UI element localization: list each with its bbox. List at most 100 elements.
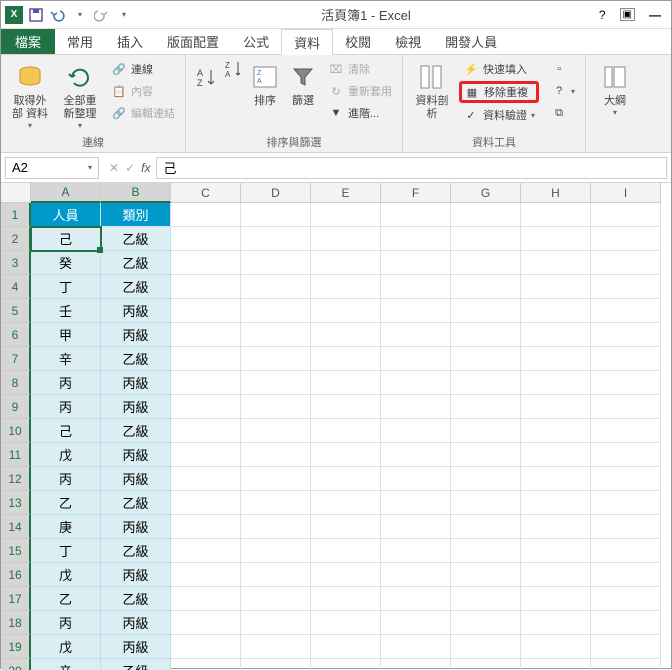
cell-I12[interactable] — [591, 467, 661, 491]
cell-H18[interactable] — [521, 611, 591, 635]
whatif-button[interactable]: ?▾ — [547, 81, 579, 101]
consolidate-button[interactable]: ▫ — [547, 59, 579, 79]
cell-A11[interactable]: 戊 — [31, 443, 101, 467]
col-header-B[interactable]: B — [101, 183, 171, 203]
col-header-A[interactable]: A — [31, 183, 101, 203]
row-header-9[interactable]: 9 — [1, 395, 31, 419]
sort-button[interactable]: ZA 排序 — [248, 59, 282, 110]
cell-A3[interactable]: 癸 — [31, 251, 101, 275]
cell-G13[interactable] — [451, 491, 521, 515]
cell-B14[interactable]: 丙級 — [101, 515, 171, 539]
cell-B2[interactable]: 乙級 — [101, 227, 171, 251]
cell-B7[interactable]: 乙級 — [101, 347, 171, 371]
qat-customize[interactable]: ▾ — [115, 6, 133, 24]
cell-I4[interactable] — [591, 275, 661, 299]
cell-F7[interactable] — [381, 347, 451, 371]
cell-E13[interactable] — [311, 491, 381, 515]
cell-E12[interactable] — [311, 467, 381, 491]
cell-G6[interactable] — [451, 323, 521, 347]
cell-C12[interactable] — [171, 467, 241, 491]
cell-B5[interactable]: 丙級 — [101, 299, 171, 323]
cell-C20[interactable] — [171, 659, 241, 670]
cell-B3[interactable]: 乙級 — [101, 251, 171, 275]
select-all-corner[interactable] — [1, 183, 31, 203]
row-header-17[interactable]: 17 — [1, 587, 31, 611]
cell-I9[interactable] — [591, 395, 661, 419]
cell-B19[interactable]: 丙級 — [101, 635, 171, 659]
tab-常用[interactable]: 常用 — [55, 29, 105, 54]
cell-D4[interactable] — [241, 275, 311, 299]
cell-F2[interactable] — [381, 227, 451, 251]
cell-H1[interactable] — [521, 203, 591, 227]
cell-D1[interactable] — [241, 203, 311, 227]
row-header-13[interactable]: 13 — [1, 491, 31, 515]
cell-D8[interactable] — [241, 371, 311, 395]
tab-開發人員[interactable]: 開發人員 — [433, 29, 509, 54]
cell-H5[interactable] — [521, 299, 591, 323]
cell-A9[interactable]: 丙 — [31, 395, 101, 419]
undo-dropdown[interactable]: ▾ — [71, 6, 89, 24]
cell-D9[interactable] — [241, 395, 311, 419]
cell-F10[interactable] — [381, 419, 451, 443]
cell-F1[interactable] — [381, 203, 451, 227]
col-header-H[interactable]: H — [521, 183, 591, 203]
redo-icon[interactable] — [93, 6, 111, 24]
cell-I18[interactable] — [591, 611, 661, 635]
cell-D14[interactable] — [241, 515, 311, 539]
tab-file[interactable]: 檔案 — [1, 29, 55, 54]
cell-G17[interactable] — [451, 587, 521, 611]
cell-A18[interactable]: 丙 — [31, 611, 101, 635]
cell-E4[interactable] — [311, 275, 381, 299]
cell-B6[interactable]: 丙級 — [101, 323, 171, 347]
cell-A13[interactable]: 乙 — [31, 491, 101, 515]
cell-G3[interactable] — [451, 251, 521, 275]
name-box[interactable]: A2▾ — [5, 157, 99, 179]
cell-E5[interactable] — [311, 299, 381, 323]
cell-G5[interactable] — [451, 299, 521, 323]
undo-icon[interactable] — [49, 6, 67, 24]
cell-D5[interactable] — [241, 299, 311, 323]
cell-E16[interactable] — [311, 563, 381, 587]
col-header-C[interactable]: C — [171, 183, 241, 203]
cell-I20[interactable] — [591, 659, 661, 670]
cell-D3[interactable] — [241, 251, 311, 275]
cell-I14[interactable] — [591, 515, 661, 539]
cell-A16[interactable]: 戊 — [31, 563, 101, 587]
cell-F17[interactable] — [381, 587, 451, 611]
cell-I11[interactable] — [591, 443, 661, 467]
sort-asc-button[interactable]: AZ — [192, 59, 220, 97]
cell-C5[interactable] — [171, 299, 241, 323]
cell-A8[interactable]: 丙 — [31, 371, 101, 395]
cell-C7[interactable] — [171, 347, 241, 371]
cell-I8[interactable] — [591, 371, 661, 395]
advanced-filter-button[interactable]: ▼進階... — [324, 103, 396, 123]
cell-H6[interactable] — [521, 323, 591, 347]
cell-D17[interactable] — [241, 587, 311, 611]
cell-I10[interactable] — [591, 419, 661, 443]
cell-F8[interactable] — [381, 371, 451, 395]
row-header-16[interactable]: 16 — [1, 563, 31, 587]
cell-H20[interactable] — [521, 659, 591, 670]
cell-F12[interactable] — [381, 467, 451, 491]
cell-C19[interactable] — [171, 635, 241, 659]
cell-F15[interactable] — [381, 539, 451, 563]
cell-G2[interactable] — [451, 227, 521, 251]
cell-I5[interactable] — [591, 299, 661, 323]
cell-E7[interactable] — [311, 347, 381, 371]
cell-I17[interactable] — [591, 587, 661, 611]
text-to-columns-button[interactable]: 資料剖析 — [409, 59, 455, 123]
cell-H14[interactable] — [521, 515, 591, 539]
flash-fill-button[interactable]: ⚡快速填入 — [459, 59, 539, 79]
save-icon[interactable] — [27, 6, 45, 24]
cell-C4[interactable] — [171, 275, 241, 299]
cell-D2[interactable] — [241, 227, 311, 251]
cell-G9[interactable] — [451, 395, 521, 419]
cell-A4[interactable]: 丁 — [31, 275, 101, 299]
cancel-icon[interactable]: ✕ — [109, 161, 119, 175]
cell-G18[interactable] — [451, 611, 521, 635]
row-header-19[interactable]: 19 — [1, 635, 31, 659]
cell-F3[interactable] — [381, 251, 451, 275]
cell-F14[interactable] — [381, 515, 451, 539]
cell-D13[interactable] — [241, 491, 311, 515]
tab-公式[interactable]: 公式 — [231, 29, 281, 54]
